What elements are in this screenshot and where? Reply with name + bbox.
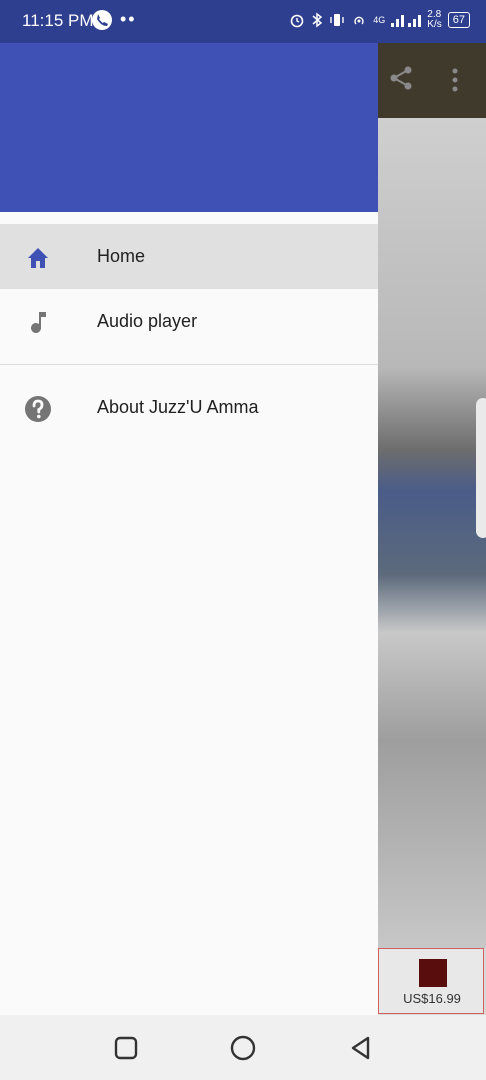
background-toolbar	[378, 43, 486, 118]
alarm-icon	[290, 14, 304, 28]
vibrate-icon	[330, 14, 344, 26]
help-icon	[25, 396, 51, 422]
home-icon	[28, 248, 48, 268]
navigation-drawer: Home Audio player About Juzz'U Amma	[0, 43, 378, 1015]
drawer-menu: Home Audio player About Juzz'U Amma	[0, 224, 378, 440]
ad-price: US$16.99	[403, 991, 461, 1006]
bluetooth-icon	[312, 12, 323, 28]
background-mosque-image	[378, 118, 486, 948]
status-bar: 11:15 PM •• 4G 2.8 K/s 67	[0, 0, 486, 43]
drawer-header	[0, 43, 378, 212]
drawer-divider	[0, 364, 378, 365]
background-app: US$16.99	[378, 43, 486, 1015]
drawer-item-about[interactable]: About Juzz'U Amma	[0, 375, 378, 440]
drawer-item-label: Audio player	[97, 311, 198, 331]
battery-icon: 67	[447, 12, 470, 28]
drawer-item-audio-player[interactable]: Audio player	[0, 289, 378, 354]
phone-call-icon	[92, 10, 112, 30]
notification-dots: ••	[120, 9, 137, 29]
share-icon[interactable]	[388, 65, 414, 91]
drawer-item-home[interactable]: Home	[0, 224, 378, 289]
drawer-item-label: About Juzz'U Amma	[97, 397, 259, 417]
home-nav-icon[interactable]	[228, 1033, 258, 1063]
system-nav-bar	[0, 1015, 486, 1080]
status-time: 11:15 PM	[22, 11, 94, 30]
scroll-handle[interactable]	[476, 398, 486, 538]
signal-icon	[391, 15, 422, 27]
network-type: 4G	[373, 15, 386, 25]
ad-thumbnail	[419, 959, 447, 987]
hotspot-icon	[354, 16, 364, 25]
drawer-item-label: Home	[97, 246, 146, 266]
more-options-icon[interactable]	[448, 65, 462, 95]
system-icons: 4G 2.8 K/s 67	[289, 10, 470, 30]
recent-apps-icon[interactable]	[111, 1033, 141, 1063]
music-note-icon	[31, 312, 46, 333]
back-icon[interactable]	[346, 1033, 376, 1063]
data-speed: 2.8 K/s	[427, 9, 442, 30]
ad-banner[interactable]: US$16.99	[378, 948, 484, 1014]
